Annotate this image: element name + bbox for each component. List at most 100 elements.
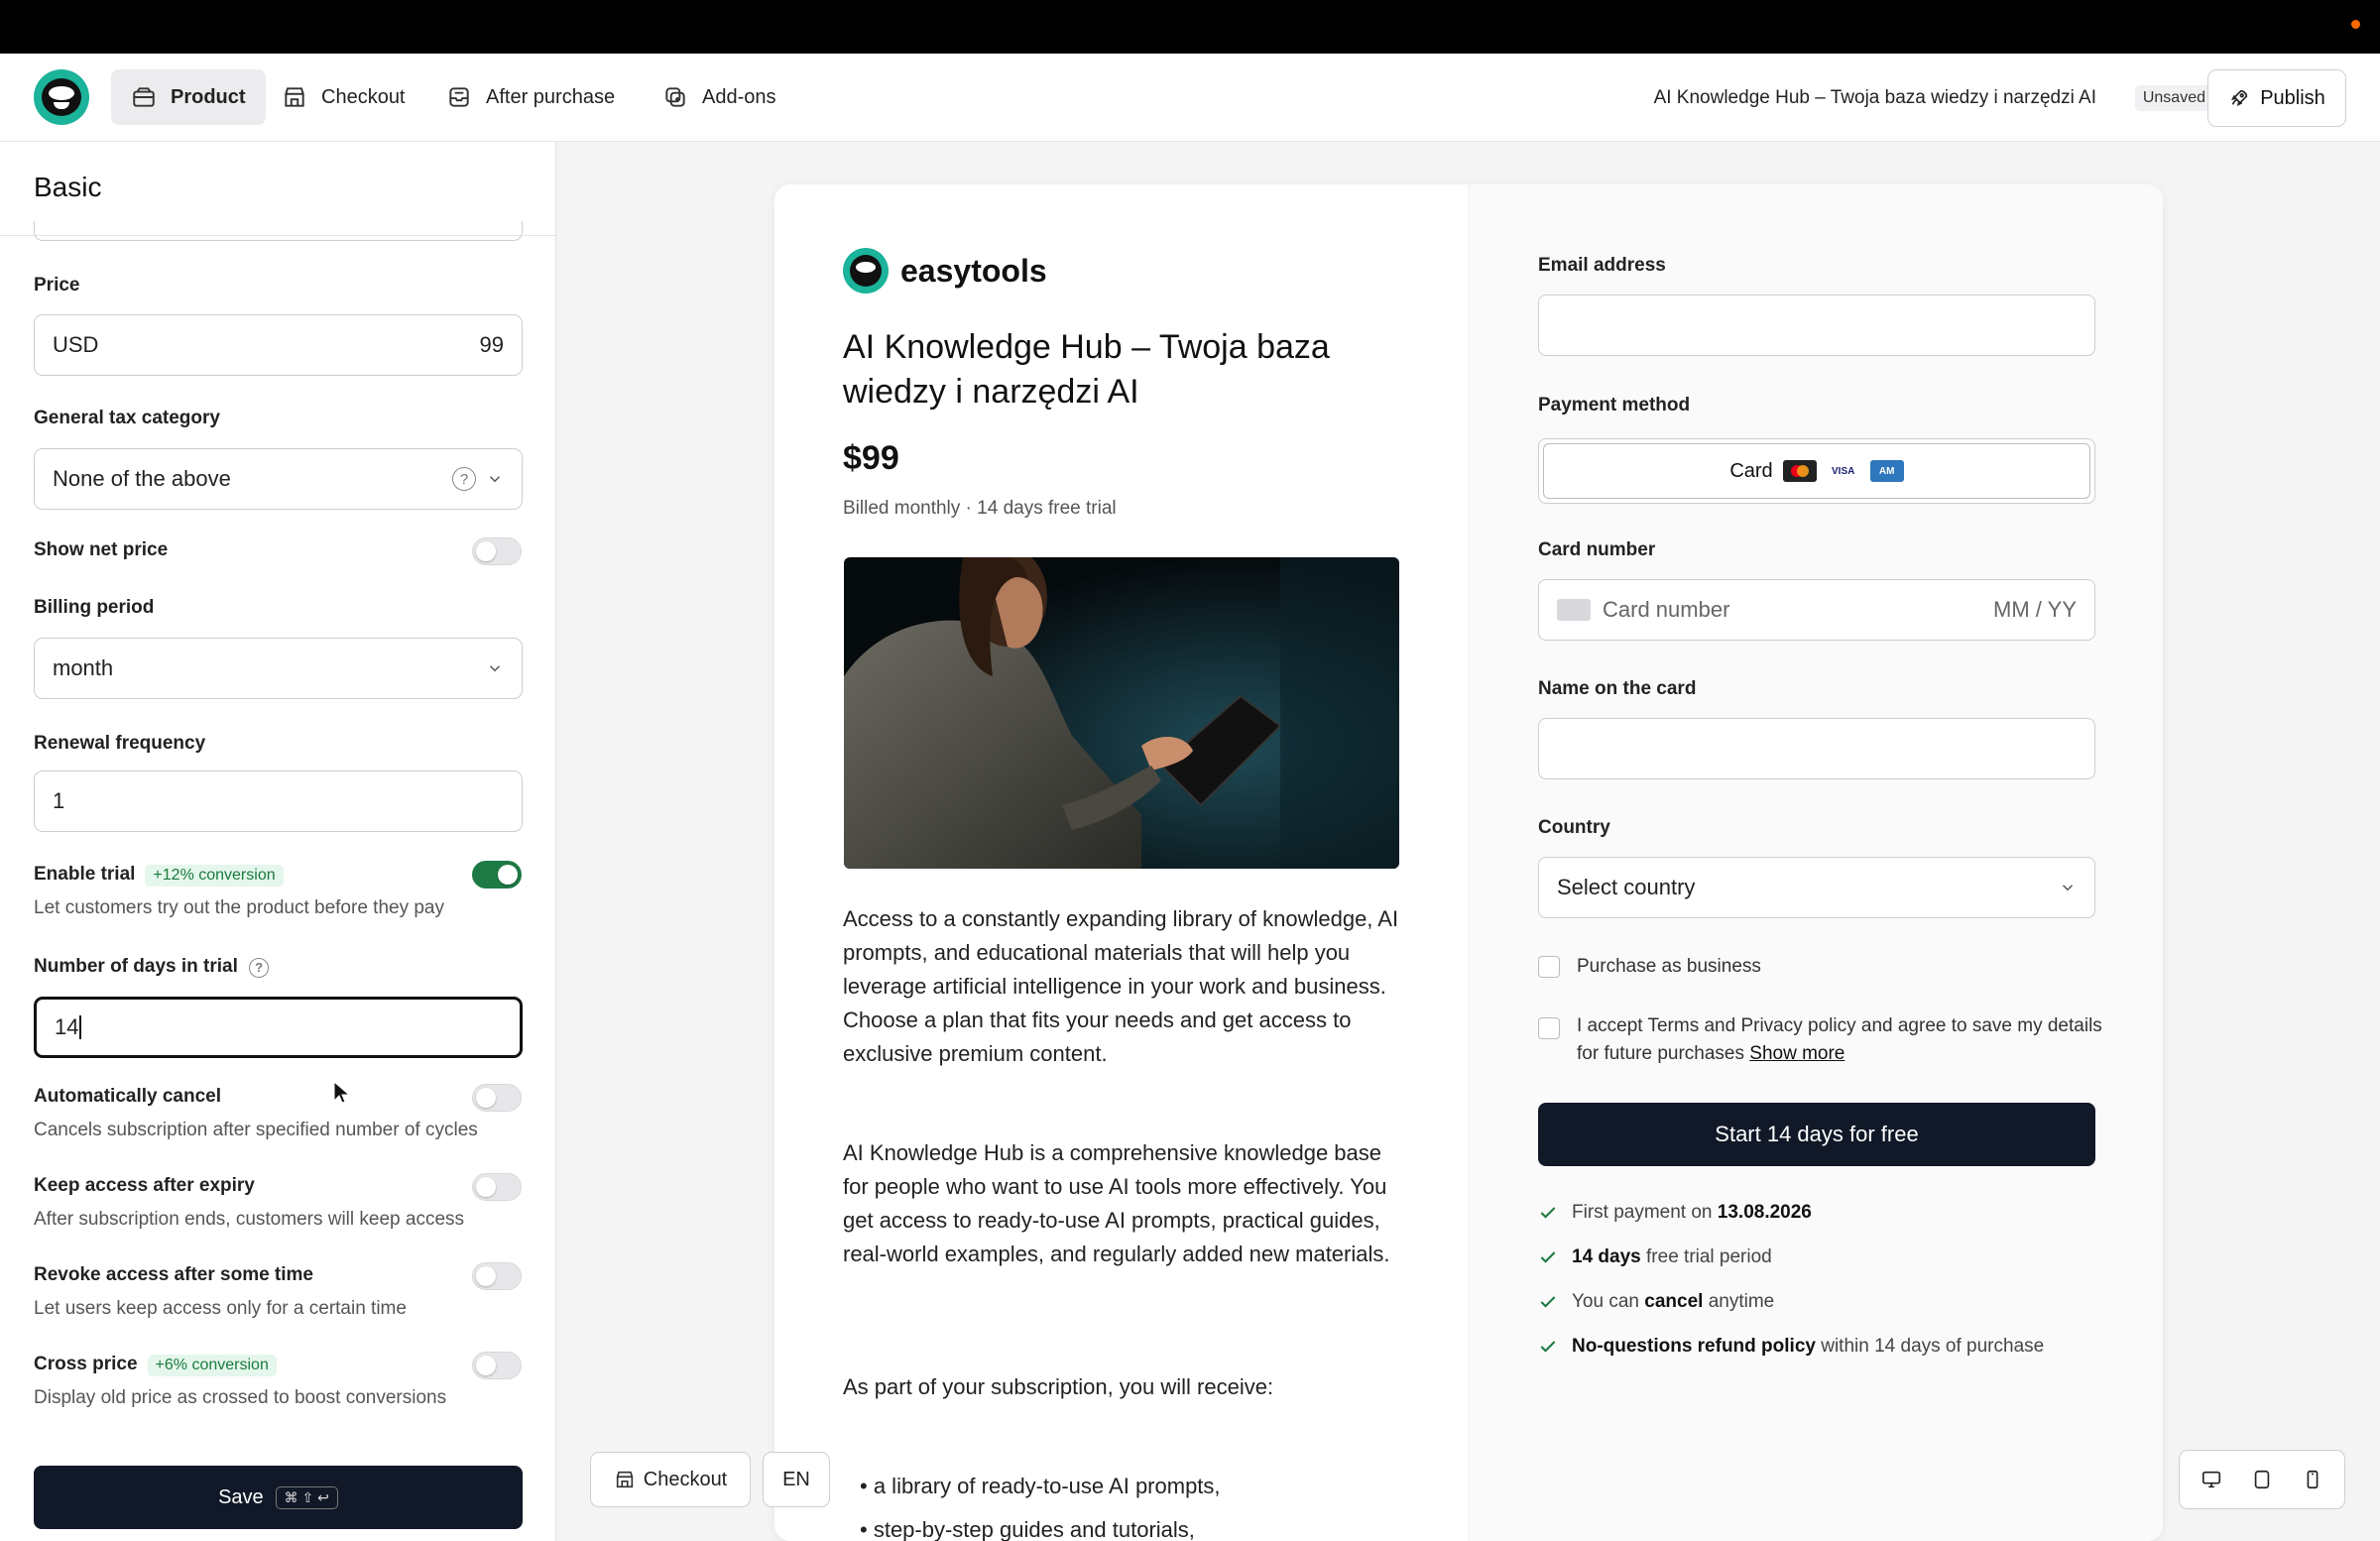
revoke-access-label: Revoke access after some time [34, 1264, 313, 1285]
check-icon [1540, 1296, 1556, 1308]
payment-method-selector[interactable]: Card VISA AM [1538, 438, 2095, 504]
perk-trial-period: 14 days free trial period [1538, 1246, 1772, 1268]
start-trial-button[interactable]: Start 14 days for free [1538, 1103, 2095, 1166]
name-on-card-field[interactable] [1538, 718, 2095, 779]
billing-period-select[interactable]: month [34, 638, 523, 699]
perk-cancel-anytime: You can cancel anytime [1538, 1291, 1774, 1313]
visa-icon: VISA [1826, 460, 1860, 482]
settings-panel: Basic Price USD 99 General tax category … [0, 142, 556, 1541]
payment-method-label: Payment method [1538, 395, 1691, 415]
renewal-frequency-input[interactable]: 1 [34, 770, 523, 832]
checkout-preview-label: Checkout [643, 1468, 728, 1490]
country-select[interactable]: Select country [1538, 857, 2095, 918]
app-logo[interactable] [34, 69, 89, 125]
trial-days-input[interactable]: 14 [34, 997, 523, 1058]
brand-name: easytools [900, 252, 1047, 289]
product-price: $99 [843, 439, 899, 477]
scroll-fade [0, 1436, 555, 1466]
inbox-icon [449, 87, 469, 107]
tax-category-label: General tax category [34, 408, 220, 428]
tablet-icon [2254, 1470, 2270, 1489]
tax-category-select[interactable]: None of the above ? [34, 448, 523, 510]
section-title: Basic [34, 172, 102, 202]
trial-days-value: 14 [55, 1014, 79, 1039]
renewal-frequency-value: 1 [53, 788, 65, 813]
country-label: Country [1538, 817, 1610, 838]
top-header: Product Checkout After purchase Add-ons … [0, 54, 2380, 142]
status-badge: Unsaved [2134, 85, 2213, 111]
show-more-link[interactable]: Show more [1749, 1043, 1844, 1064]
device-switcher [2179, 1450, 2345, 1509]
chevron-down-icon [489, 476, 501, 483]
help-icon[interactable]: ? [452, 467, 476, 491]
tablet-view-button[interactable] [2239, 1457, 2285, 1502]
publish-button[interactable]: Publish [2207, 69, 2346, 127]
payment-option-label: Card [1729, 459, 1773, 482]
mastercard-icon [1782, 460, 1817, 482]
description-paragraph-3: As part of your subscription, you will r… [843, 1374, 1274, 1399]
tab-checkout-label: Checkout [321, 85, 406, 108]
billing-note: Billed monthly · 14 days free trial [843, 498, 1117, 519]
chevron-down-icon [489, 665, 501, 672]
trial-days-label: Number of days in trial ? [34, 956, 279, 978]
description-paragraph-1: Access to a constantly expanding library… [843, 906, 1399, 1066]
card-number-field[interactable]: Card number MM / YY [1538, 579, 2095, 641]
tab-after-purchase-label: After purchase [486, 85, 616, 108]
rocket-icon [2231, 89, 2248, 106]
mobile-view-button[interactable] [2290, 1457, 2335, 1502]
checkout-preview-button[interactable]: Checkout [590, 1452, 751, 1507]
purchase-as-business-checkbox[interactable] [1538, 956, 1560, 978]
product-column: easytools AI Knowledge Hub – Twoja baza … [774, 184, 1469, 1541]
tab-product[interactable]: Product [111, 69, 266, 125]
save-label: Save [218, 1485, 264, 1508]
expiry-placeholder: MM / YY [1993, 597, 2077, 622]
enable-trial-toggle[interactable] [472, 861, 522, 889]
show-net-price-toggle[interactable] [472, 537, 522, 565]
price-input[interactable]: USD 99 [34, 314, 523, 376]
terms-checkbox[interactable] [1538, 1017, 1560, 1039]
enable-trial-description: Let customers try out the product before… [34, 897, 445, 918]
desktop-icon [2202, 1471, 2220, 1488]
brand-logo [843, 248, 889, 294]
renewal-frequency-label: Renewal frequency [34, 733, 206, 754]
auto-cancel-description: Cancels subscription after specified num… [34, 1120, 478, 1140]
language-button[interactable]: EN [763, 1452, 830, 1507]
product-title: AI Knowledge Hub – Twoja baza wiedzy i n… [843, 328, 1330, 411]
tab-add-ons-label: Add-ons [702, 85, 776, 108]
save-shortcut: ⌘ ⇧ ↩ [275, 1485, 338, 1509]
tab-after-purchase[interactable]: After purchase [426, 69, 635, 125]
check-icon [1540, 1207, 1556, 1219]
email-field[interactable] [1538, 295, 2095, 356]
country-value: Select country [1557, 875, 1696, 899]
auto-cancel-toggle[interactable] [472, 1084, 522, 1112]
price-label: Price [34, 275, 80, 296]
tab-add-ons[interactable]: Add-ons [643, 69, 796, 125]
help-icon[interactable]: ? [249, 957, 270, 978]
cross-price-toggle[interactable] [472, 1352, 522, 1379]
system-bar [0, 0, 2380, 54]
list-item: • step-by-step guides and tutorials, [860, 1517, 1195, 1541]
auto-cancel-label: Automatically cancel [34, 1086, 222, 1107]
publish-label: Publish [2260, 86, 2325, 109]
mobile-icon [2307, 1470, 2319, 1489]
card-number-placeholder: Card number [1603, 597, 1730, 622]
show-net-price-label: Show net price [34, 539, 169, 560]
save-button[interactable]: Save ⌘ ⇧ ↩ [34, 1466, 523, 1529]
addons-icon [665, 87, 685, 107]
keep-access-description: After subscription ends, customers will … [34, 1209, 465, 1230]
brand: easytools [843, 248, 1047, 294]
revoke-access-toggle[interactable] [472, 1262, 522, 1290]
revoke-access-description: Let users keep access only for a certain… [34, 1298, 407, 1319]
purchase-as-business-label: Purchase as business [1577, 956, 1761, 977]
tab-checkout[interactable]: Checkout [262, 69, 425, 125]
billing-period-value: month [53, 655, 114, 680]
mouse-cursor-icon [333, 1081, 351, 1104]
check-icon [1540, 1251, 1556, 1263]
payment-option-card[interactable]: Card VISA AM [1543, 443, 2090, 499]
store-icon [285, 87, 304, 107]
list-item: • a library of ready-to-use AI prompts, [860, 1474, 1221, 1498]
desktop-view-button[interactable] [2189, 1457, 2234, 1502]
keep-access-toggle[interactable] [472, 1173, 522, 1201]
cross-price-description: Display old price as crossed to boost co… [34, 1387, 447, 1408]
cut-off-field[interactable] [34, 221, 523, 241]
